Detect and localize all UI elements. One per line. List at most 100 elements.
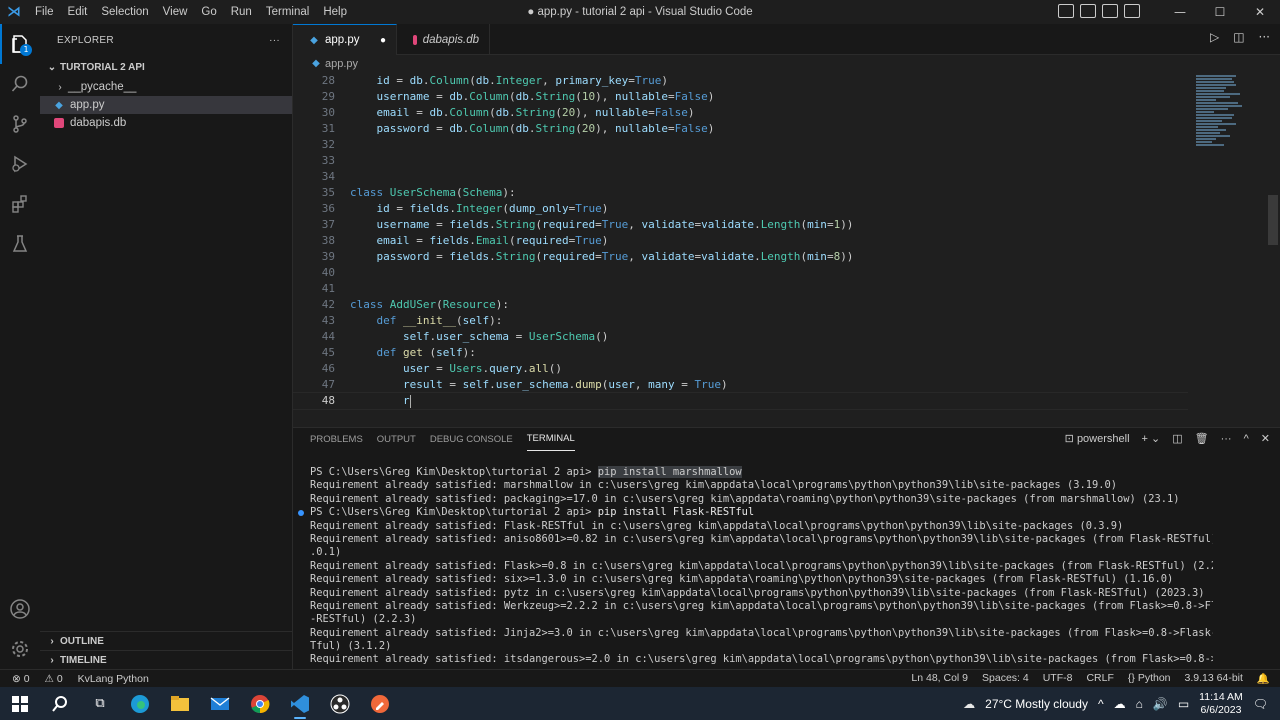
code-editor[interactable]: 28 id = db.Column(db.Integer, primary_ke… <box>293 73 1188 411</box>
account-icon[interactable] <box>0 589 40 629</box>
minimize-button[interactable]: — <box>1160 0 1200 24</box>
terminal-output[interactable]: PS C:\Users\Greg Kim\Desktop\turtorial 2… <box>293 466 1213 669</box>
run-file-icon[interactable]: ▷ <box>1210 30 1219 44</box>
menu-view[interactable]: View <box>156 0 195 24</box>
vscode-taskbar-icon[interactable] <box>280 687 320 720</box>
code-line[interactable]: 37 username = fields.String(required=Tru… <box>293 217 1188 233</box>
menu-go[interactable]: Go <box>194 0 223 24</box>
new-terminal-icon[interactable]: + ⌄ <box>1142 432 1161 445</box>
minimap[interactable] <box>1188 73 1268 411</box>
code-line[interactable]: 41 <box>293 281 1188 297</box>
code-line[interactable]: 30 email = db.Column(db.String(20), null… <box>293 105 1188 121</box>
close-button[interactable]: ✕ <box>1240 0 1280 24</box>
code-line[interactable]: 49 <box>293 409 1188 411</box>
language-mode[interactable]: {} Python <box>1128 672 1171 685</box>
code-line[interactable]: 34 <box>293 169 1188 185</box>
tray-overflow-icon[interactable]: ^ <box>1098 697 1104 711</box>
code-line[interactable]: 44 self.user_schema = UserSchema() <box>293 329 1188 345</box>
toggle-panel-icon[interactable] <box>1080 4 1096 18</box>
tab-terminal[interactable]: TERMINAL <box>526 428 575 451</box>
code-line[interactable]: 40 <box>293 265 1188 281</box>
terminal-shell-selector[interactable]: ⊡ powershell <box>1065 432 1130 445</box>
split-editor-icon[interactable]: ◫ <box>1233 30 1244 44</box>
customize-layout-icon[interactable] <box>1124 4 1140 18</box>
tab-dabapis-db[interactable]: dabapis.db <box>397 24 490 55</box>
warnings-indicator[interactable]: ⚠ 0 <box>44 673 62 685</box>
code-line[interactable]: 29 username = db.Column(db.String(10), n… <box>293 89 1188 105</box>
obs-icon[interactable] <box>320 687 360 720</box>
menu-edit[interactable]: Edit <box>61 0 95 24</box>
encoding[interactable]: UTF-8 <box>1043 672 1073 685</box>
code-line[interactable]: 32 <box>293 137 1188 153</box>
code-line[interactable]: 38 email = fields.Email(required=True) <box>293 233 1188 249</box>
cursor-position[interactable]: Ln 48, Col 9 <box>911 672 968 685</box>
split-terminal-icon[interactable]: ◫ <box>1172 432 1182 445</box>
tree-item-pycache[interactable]: › __pycache__ <box>40 78 292 96</box>
code-line[interactable]: 45 def get (self): <box>293 345 1188 361</box>
more-actions-icon[interactable]: ··· <box>1259 30 1270 44</box>
mail-icon[interactable] <box>200 687 240 720</box>
tab-problems[interactable]: PROBLEMS <box>310 429 363 451</box>
source-control-icon[interactable] <box>0 104 40 144</box>
code-line[interactable]: 46 user = Users.query.all() <box>293 361 1188 377</box>
timeline-section[interactable]: › TIMELINE <box>40 650 293 669</box>
settings-gear-icon[interactable] <box>0 629 40 669</box>
python-interpreter[interactable]: 3.9.13 64-bit <box>1185 672 1243 685</box>
menu-file[interactable]: File <box>28 0 61 24</box>
code-line[interactable]: 43 def __init__(self): <box>293 313 1188 329</box>
code-line[interactable]: 39 password = fields.String(required=Tru… <box>293 249 1188 265</box>
menu-terminal[interactable]: Terminal <box>259 0 316 24</box>
search-icon[interactable] <box>0 64 40 104</box>
maximize-button[interactable]: ☐ <box>1200 0 1240 24</box>
explorer-icon[interactable]: 1 <box>0 24 40 64</box>
tab-debug-console[interactable]: DEBUG CONSOLE <box>430 429 513 451</box>
tab-output[interactable]: OUTPUT <box>377 429 416 451</box>
code-line[interactable]: 31 password = db.Column(db.String(20), n… <box>293 121 1188 137</box>
network-icon[interactable]: ⌂ <box>1136 697 1143 711</box>
close-panel-icon[interactable]: ✕ <box>1261 432 1270 445</box>
tree-item-app-py[interactable]: ◆ app.py <box>40 96 292 114</box>
code-line[interactable]: 48 r <box>293 392 1188 410</box>
code-line[interactable]: 42 class AddUSer(Resource): <box>293 297 1188 313</box>
code-line[interactable]: 28 id = db.Column(db.Integer, primary_ke… <box>293 73 1188 89</box>
file-explorer-icon[interactable] <box>160 687 200 720</box>
notification-center-icon[interactable]: 🗨 <box>1253 697 1268 711</box>
menu-selection[interactable]: Selection <box>94 0 155 24</box>
outline-section[interactable]: › OUTLINE <box>40 631 293 650</box>
menu-run[interactable]: Run <box>224 0 259 24</box>
end-of-line[interactable]: CRLF <box>1086 672 1113 685</box>
kvlang-indicator[interactable]: KvLang Python <box>78 673 149 685</box>
weather-widget[interactable]: 27°C Mostly cloudy <box>985 697 1088 711</box>
panel-more-icon[interactable]: ··· <box>1221 433 1232 445</box>
maximize-panel-icon[interactable]: ^ <box>1244 433 1249 445</box>
volume-icon[interactable]: 🔊 <box>1153 697 1168 711</box>
kill-terminal-icon[interactable]: 🗑 <box>1195 432 1209 445</box>
battery-icon[interactable]: ▭ <box>1178 697 1189 711</box>
editor-scrollbar[interactable] <box>1268 195 1278 245</box>
unsaved-dot-icon[interactable]: ● <box>380 35 386 46</box>
code-line[interactable]: 33 <box>293 153 1188 169</box>
windows-start-icon[interactable] <box>0 687 40 720</box>
pen-app-icon[interactable] <box>360 687 400 720</box>
workspace-folder[interactable]: ⌄ TURTORIAL 2 API <box>40 56 292 78</box>
tab-app-py[interactable]: ◆ app.py ● <box>293 24 397 55</box>
code-line[interactable]: 36 id = fields.Integer(dump_only=True) <box>293 201 1188 217</box>
clock[interactable]: 11:14 AM 6/6/2023 <box>1199 691 1243 717</box>
code-line[interactable]: 47 result = self.user_schema.dump(user, … <box>293 377 1188 393</box>
edge-browser-icon[interactable] <box>120 687 160 720</box>
extensions-icon[interactable] <box>0 184 40 224</box>
tree-item-dabapis-db[interactable]: dabapis.db <box>40 114 292 132</box>
notifications-bell-icon[interactable]: 🔔 <box>1257 672 1270 685</box>
toggle-sidebar-icon[interactable] <box>1058 4 1074 18</box>
indentation[interactable]: Spaces: 4 <box>982 672 1029 685</box>
toggle-secondary-sidebar-icon[interactable] <box>1102 4 1118 18</box>
chrome-icon[interactable] <box>240 687 280 720</box>
errors-indicator[interactable]: ⊗ 0 <box>12 673 30 685</box>
explorer-more-icon[interactable]: ··· <box>269 35 280 46</box>
menu-help[interactable]: Help <box>316 0 354 24</box>
task-view-icon[interactable]: ⧉ <box>80 687 120 720</box>
search-icon[interactable] <box>40 687 80 720</box>
onedrive-icon[interactable]: ☁ <box>1114 697 1126 711</box>
code-line[interactable]: 35 class UserSchema(Schema): <box>293 185 1188 201</box>
testing-icon[interactable] <box>0 224 40 264</box>
